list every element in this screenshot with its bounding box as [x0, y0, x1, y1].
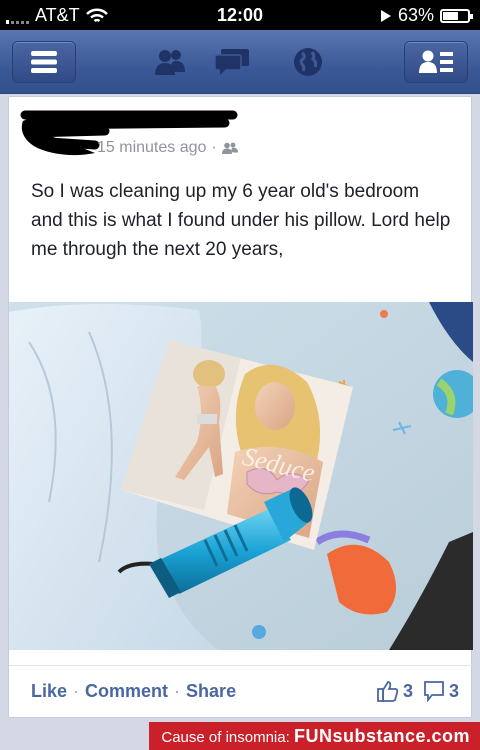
post-timestamp[interactable]: 15 minutes ago [97, 139, 206, 157]
post-actions: Like · Comment · Share [31, 681, 236, 702]
post-meta: 15 minutes ago · [97, 139, 238, 157]
like-count[interactable]: 3 [403, 681, 413, 702]
contacts-button[interactable] [404, 41, 468, 83]
funsubstance-watermark: Cause of insomnia: FUNsubstance.com [149, 722, 480, 750]
menu-button[interactable] [12, 41, 76, 83]
friend-requests-icon [155, 50, 185, 75]
menu-icon [31, 51, 57, 73]
location-arrow-icon [380, 9, 391, 22]
watermark-caption: Cause of insomnia: [161, 729, 290, 746]
like-thumb-icon[interactable] [377, 680, 399, 702]
comment-count[interactable]: 3 [449, 681, 459, 702]
news-feed-post: 15 minutes ago · So I was cleaning up my… [8, 96, 473, 718]
friend-requests-button[interactable] [150, 46, 190, 78]
battery-percent: 63% [397, 5, 434, 25]
post-action-bar: Like · Comment · Share 3 3 [9, 665, 473, 717]
battery-icon [440, 8, 473, 23]
like-link[interactable]: Like [31, 681, 67, 702]
battery-status: 63% [380, 5, 473, 26]
post-counts: 3 3 [377, 680, 459, 702]
notifications-button[interactable] [288, 46, 328, 78]
meta-separator: · [211, 139, 217, 156]
friends-icon [221, 142, 238, 154]
facebook-nav-bar [0, 30, 480, 94]
contacts-icon [419, 50, 453, 73]
post-message: So I was cleaning up my 6 year old's bed… [31, 181, 451, 260]
status-bar: AT&T 12:00 63% [0, 0, 480, 30]
post-photo[interactable]: Seduce [9, 302, 473, 650]
action-separator: · [73, 681, 80, 701]
comment-bubble-icon[interactable] [423, 680, 445, 702]
share-link[interactable]: Share [186, 681, 236, 702]
watermark-brand: FUNsubstance.com [293, 726, 470, 746]
messages-icon [214, 49, 249, 75]
action-separator: · [174, 681, 181, 701]
comment-link[interactable]: Comment [85, 681, 168, 702]
messages-button[interactable] [212, 46, 252, 78]
globe-icon [294, 48, 322, 76]
